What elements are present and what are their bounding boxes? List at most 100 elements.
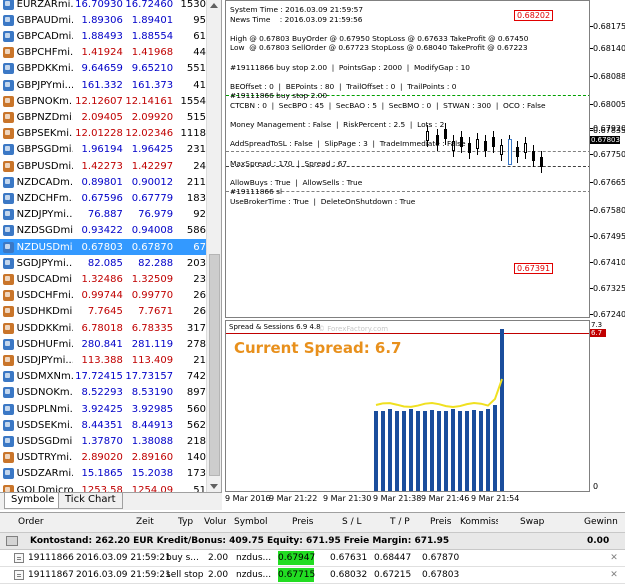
symbol-down-icon	[3, 468, 14, 480]
scrollbar-thumb[interactable]	[209, 254, 220, 476]
col-cur-price[interactable]: Preis	[430, 517, 452, 527]
info-line: AllowBuys : True | AllowSells : True	[230, 177, 363, 187]
bid-price: 82.085	[87, 257, 123, 269]
bid-price: 12.01228	[75, 128, 123, 140]
market-watch-row[interactable]: USDCHFmi... 0.99744 0.99770 26	[0, 288, 206, 304]
market-watch-row[interactable]: GBPAUDmi... 1.89306 1.89401 95	[0, 12, 206, 28]
spread-indicator-window[interactable]: Spread & Sessions 6.9 4.8 © ForexFactory…	[225, 320, 590, 492]
market-watch-row[interactable]: EURZARmi...16.7093016.72460 1530	[0, 0, 206, 12]
scroll-down-arrow-icon[interactable]	[210, 484, 218, 489]
spread-value: 23	[193, 273, 206, 285]
market-watch-row[interactable]: USDZARmi... 15.1865 15.2038 173	[0, 466, 206, 482]
market-watch-row[interactable]: NZDJPYmi... 76.887 76.979 92	[0, 207, 206, 223]
market-watch-row[interactable]: GBPNOKm... 12.12607 12.14161 1554	[0, 93, 206, 109]
market-watch-row[interactable]: GBPJPYmi... 161.332 161.373 41	[0, 77, 206, 93]
symbol-down-icon	[3, 79, 14, 91]
market-watch-row[interactable]: USDCADmi... 1.32486 1.32509 23	[0, 271, 206, 287]
order-type: buy s...	[166, 553, 199, 563]
bid-price: 0.93422	[81, 225, 123, 237]
close-order-icon[interactable]: ✕	[609, 570, 619, 580]
market-watch-row[interactable]: GBPUSDmi... 1.42273 1.42297 24	[0, 158, 206, 174]
market-watch-row[interactable]: GBPCHFmi... 1.41924 1.41968 44	[0, 45, 206, 61]
market-watch-row[interactable]: USDNOKm... 8.52293 8.53190 897	[0, 385, 206, 401]
market-watch-row[interactable]: GBPDKKmi... 9.64659 9.65210 551	[0, 61, 206, 77]
market-watch-row[interactable]: GOLDmicro 1253.58 1254.09 51	[0, 482, 206, 492]
market-watch-scrollbar[interactable]	[206, 0, 221, 492]
ask-price: 9.65210	[131, 63, 174, 75]
spread-value: 551	[186, 63, 206, 75]
symbol-name: GBPAUDmi...	[16, 14, 73, 26]
info-line: MaxSpread : 170 | Spread : 67	[230, 158, 348, 168]
spread-bar	[409, 409, 413, 491]
col-swap[interactable]: Swap	[520, 517, 544, 527]
market-watch-row[interactable]: NZDCHFm... 0.67596 0.67779 183	[0, 190, 206, 206]
col-tp[interactable]: T / P	[390, 517, 410, 527]
col-profit[interactable]: Gewinn	[584, 517, 618, 527]
col-volume[interactable]: Volumen	[204, 517, 226, 527]
market-watch-row[interactable]: USDMXNm...17.7241517.73157 742	[0, 369, 206, 385]
market-watch-row[interactable]: USDHKDmi... 7.7645 7.7671 26	[0, 304, 206, 320]
tab-symbole[interactable]: Symbole	[4, 493, 62, 509]
market-watch-row[interactable]: GBPSEKmi... 12.01228 12.02346 1118	[0, 126, 206, 142]
market-watch-row[interactable]: USDDKKmi... 6.78018 6.78335 317	[0, 320, 206, 336]
bid-price: 6.78018	[81, 322, 123, 334]
market-watch-row[interactable]: USDPLNmi... 3.92425 3.92985 560	[0, 401, 206, 417]
bid-price: 7.7645	[87, 306, 123, 318]
account-summary-row[interactable]: Kontostand: 262.20 EUR Kredit/Bonus: 409…	[0, 533, 625, 550]
bid-price: 1.89306	[81, 14, 123, 26]
market-watch-row[interactable]: GBPSGDmi... 1.96194 1.96425 231	[0, 142, 206, 158]
symbol-name: USDNOKm...	[16, 387, 73, 399]
bid-price: 2.89020	[81, 452, 123, 464]
ask-price: 0.67870	[131, 241, 174, 253]
market-watch-row[interactable]: SGDJPYmi... 82.085 82.288 203	[0, 255, 206, 271]
symbol-name: USDCHFmi...	[16, 290, 73, 302]
current-price-box: 0.67803	[590, 136, 620, 144]
market-watch-row[interactable]: NZDUSDmi... 0.67803 0.67870 67	[0, 239, 206, 256]
col-time[interactable]: Zeit	[136, 517, 154, 527]
symbol-name: USDMXNm...	[16, 371, 73, 383]
price-chart[interactable]: 0.68202 0.67391 System Time : 2016.03.09…	[225, 0, 590, 318]
market-watch-row[interactable]: NZDCADm... 0.89801 0.90012 211	[0, 174, 206, 190]
market-watch-row[interactable]: GBPNZDmi... 2.09405 2.09920 515	[0, 109, 206, 125]
symbol-down-icon	[3, 257, 14, 269]
time-label: 9 Mar 21:46	[421, 494, 470, 503]
col-commission[interactable]: Kommission	[460, 517, 498, 527]
market-watch-row[interactable]: USDHUFmi... 280.841 281.119 278	[0, 336, 206, 352]
market-watch-row[interactable]: USDTRYmi... 2.89020 2.89160 140	[0, 450, 206, 466]
col-type[interactable]: Typ	[178, 517, 193, 527]
price-label: 0.68005	[593, 100, 625, 109]
col-order[interactable]: Order	[18, 517, 44, 527]
spread-value: 26	[193, 290, 206, 302]
spread-value: 203	[186, 257, 206, 269]
order-id: 19111867	[28, 570, 74, 580]
bid-price: 0.67596	[81, 192, 123, 204]
market-watch-row[interactable]: GBPCADmi... 1.88493 1.88554 61	[0, 28, 206, 44]
symbol-name: USDJPYmi...	[16, 354, 73, 366]
close-order-icon[interactable]: ✕	[609, 553, 619, 563]
col-price[interactable]: Preis	[292, 517, 314, 527]
scroll-up-arrow-icon[interactable]	[210, 3, 218, 8]
time-axis: 9 Mar 2016 9 Mar 21:22 9 Mar 21:30 9 Mar 21…	[225, 492, 590, 506]
time-label: 9 Mar 21:38	[373, 494, 422, 503]
market-watch-row[interactable]: USDJPYmi... 113.388 113.409 21	[0, 352, 206, 368]
order-row[interactable]: 19111867 2016.03.09 21:59:21 sell stop 2.00…	[0, 567, 625, 584]
info-line	[230, 149, 546, 159]
ask-price: 1254.09	[131, 484, 174, 492]
info-line	[230, 111, 546, 121]
time-label: 9 Mar 21:30	[323, 494, 372, 503]
market-watch-row[interactable]: USDSGDmi... 1.37870 1.38088 218	[0, 433, 206, 449]
market-watch-row[interactable]: NZDSGDmi... 0.93422 0.94008 586	[0, 223, 206, 239]
bid-price: 12.12607	[75, 95, 123, 107]
col-sl[interactable]: S / L	[342, 517, 361, 527]
spread-value: 67	[193, 241, 206, 253]
order-price: 0.67947	[278, 551, 316, 565]
col-symbol[interactable]: Symbol	[234, 517, 268, 527]
bid-price: 1.42273	[81, 160, 123, 172]
spread-bar	[500, 329, 504, 491]
spread-value: 1554	[180, 95, 206, 107]
order-row[interactable]: 19111866 2016.03.09 21:59:21 buy s... 2.00 n…	[0, 550, 625, 567]
symbol-up-icon	[3, 306, 14, 318]
low-price-label: 0.67391	[514, 263, 554, 274]
tab-tick-chart[interactable]: Tick Chart	[58, 493, 123, 509]
market-watch-row[interactable]: USDSEKmi... 8.44351 8.44913 562	[0, 417, 206, 433]
